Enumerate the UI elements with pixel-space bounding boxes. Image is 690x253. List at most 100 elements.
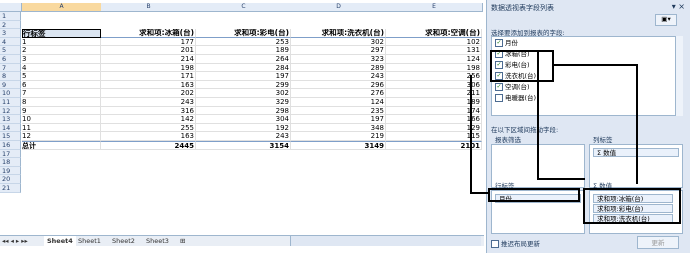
row-header[interactable]: 13 xyxy=(0,115,21,124)
row-label-cell[interactable]: 10 xyxy=(22,115,101,124)
value-cell[interactable]: 202 xyxy=(101,89,196,98)
field-list-scrollbar[interactable] xyxy=(675,36,683,116)
value-cell[interactable]: 296 xyxy=(291,80,386,90)
row-label-cell[interactable]: 8 xyxy=(22,98,101,107)
value-cell[interactable]: 197 xyxy=(291,115,386,124)
defer-update-checkbox[interactable]: 推迟布局更新 xyxy=(491,238,540,248)
grand-total-cell[interactable]: 3149 xyxy=(291,141,386,150)
checkbox-icon[interactable]: ✓ xyxy=(495,83,503,91)
row-header[interactable]: 1 xyxy=(0,12,21,21)
value-cell[interactable]: 243 xyxy=(196,132,291,141)
column-header-b[interactable]: B xyxy=(101,3,197,12)
column-header-c[interactable]: C xyxy=(196,3,292,12)
row-header[interactable]: 17 xyxy=(0,149,21,159)
value-cell[interactable]: 256 xyxy=(386,72,482,81)
grand-total-cell[interactable]: 2101 xyxy=(386,141,482,150)
row-label-cell[interactable]: 5 xyxy=(22,72,101,81)
value-cell[interactable]: 323 xyxy=(291,55,386,64)
value-cell[interactable]: 163 xyxy=(101,132,196,141)
tab-sheet3[interactable]: Sheet3 xyxy=(146,236,169,246)
update-button[interactable]: 更新 xyxy=(637,236,679,249)
value-column-header[interactable]: 求和项:空调(台) xyxy=(386,29,482,38)
grand-total-cell[interactable]: 3154 xyxy=(196,141,291,150)
value-cell[interactable]: 348 xyxy=(291,123,386,133)
field-item[interactable]: 电暖器(台) xyxy=(495,94,536,103)
value-cell[interactable]: 284 xyxy=(196,63,291,73)
tab-sheet1[interactable]: Sheet1 xyxy=(78,236,101,246)
value-cell[interactable]: 166 xyxy=(386,115,482,124)
insert-sheet-icon[interactable]: ⊞ xyxy=(180,236,185,246)
value-cell[interactable]: 171 xyxy=(101,72,196,81)
value-cell[interactable]: 102 xyxy=(386,37,482,47)
value-cell[interactable]: 255 xyxy=(101,123,196,133)
row-label-cell[interactable]: 9 xyxy=(22,106,101,116)
value-cell[interactable]: 219 xyxy=(291,132,386,141)
row-label-cell[interactable]: 11 xyxy=(22,123,101,133)
row-header[interactable]: 10 xyxy=(0,89,21,98)
value-cell[interactable]: 297 xyxy=(291,46,386,55)
row-label-cell[interactable]: 2 xyxy=(22,46,101,55)
select-all-corner[interactable] xyxy=(0,3,22,12)
row-header[interactable]: 11 xyxy=(0,98,21,107)
row-header[interactable]: 7 xyxy=(0,63,21,73)
value-cell[interactable]: 299 xyxy=(196,80,291,90)
value-cell[interactable]: 115 xyxy=(386,132,482,141)
row-header[interactable]: 9 xyxy=(0,80,21,90)
row-label-cell[interactable]: 4 xyxy=(22,63,101,73)
row-header[interactable]: 15 xyxy=(0,132,21,141)
row-header[interactable]: 2 xyxy=(0,20,21,30)
value-cell[interactable]: 316 xyxy=(101,106,196,116)
row-header[interactable]: 8 xyxy=(0,72,21,81)
row-header[interactable]: 14 xyxy=(0,123,21,133)
value-cell[interactable]: 163 xyxy=(101,80,196,90)
row-header[interactable]: 12 xyxy=(0,106,21,116)
column-header-a[interactable]: A xyxy=(22,3,102,12)
value-cell[interactable]: 197 xyxy=(196,72,291,81)
grand-total-label[interactable]: 总计 xyxy=(22,141,101,150)
value-cell[interactable]: 189 xyxy=(196,46,291,55)
close-icon[interactable]: ▾ × xyxy=(672,2,685,11)
row-label-cell[interactable]: 7 xyxy=(22,89,101,98)
value-cell[interactable]: 302 xyxy=(291,37,386,47)
value-cell[interactable]: 289 xyxy=(291,63,386,73)
value-cell[interactable]: 298 xyxy=(196,106,291,116)
tab-sheet2[interactable]: Sheet2 xyxy=(112,236,135,246)
tab-nav-arrows[interactable]: ◂◂ ◂ ▸ ▸▸ xyxy=(2,236,28,246)
value-cell[interactable]: 198 xyxy=(101,63,196,73)
value-column-header[interactable]: 求和项:洗衣机(台) xyxy=(291,29,386,38)
value-cell[interactable]: 124 xyxy=(291,98,386,107)
horizontal-scrollbar[interactable] xyxy=(290,236,481,246)
field-item[interactable]: ✓ 月份 xyxy=(495,39,518,48)
value-cell[interactable]: 329 xyxy=(196,98,291,107)
value-cell[interactable]: 129 xyxy=(386,123,482,133)
row-label-cell[interactable]: 12 xyxy=(22,132,101,141)
row-header[interactable]: 5 xyxy=(0,46,21,55)
value-column-header[interactable]: 求和项:彩电(台) xyxy=(196,29,291,38)
column-header-d[interactable]: D xyxy=(291,3,387,12)
field-item[interactable]: ✓ 空调(台) xyxy=(495,83,530,92)
row-label-cell[interactable]: 1 xyxy=(22,37,101,47)
row-header[interactable]: 4 xyxy=(0,37,21,47)
row-header[interactable]: 16 xyxy=(0,141,21,150)
row-header[interactable]: 3 xyxy=(0,29,21,38)
value-cell[interactable]: 142 xyxy=(101,115,196,124)
value-cell[interactable]: 304 xyxy=(196,115,291,124)
row-header[interactable]: 20 xyxy=(0,175,21,184)
value-cell[interactable]: 201 xyxy=(101,46,196,55)
checkbox-icon[interactable]: ✓ xyxy=(495,39,503,47)
row-header[interactable]: 19 xyxy=(0,166,21,176)
layout-options-button[interactable]: ▣▾ xyxy=(655,14,677,26)
value-cell[interactable]: 211 xyxy=(386,89,482,98)
value-cell[interactable]: 124 xyxy=(386,55,482,64)
row-labels-header[interactable]: 行标签 xyxy=(22,29,101,38)
value-column-header[interactable]: 求和项:冰箱(台) xyxy=(101,29,196,38)
row-label-cell[interactable]: 6 xyxy=(22,80,101,90)
value-cell[interactable]: 177 xyxy=(101,37,196,47)
value-cell[interactable]: 235 xyxy=(291,106,386,116)
row-header[interactable]: 21 xyxy=(0,184,21,193)
value-cell[interactable]: 253 xyxy=(196,37,291,47)
column-header-e[interactable]: E xyxy=(386,3,483,12)
value-cell[interactable]: 174 xyxy=(386,106,482,116)
value-cell[interactable]: 214 xyxy=(101,55,196,64)
value-cell[interactable]: 243 xyxy=(291,72,386,81)
